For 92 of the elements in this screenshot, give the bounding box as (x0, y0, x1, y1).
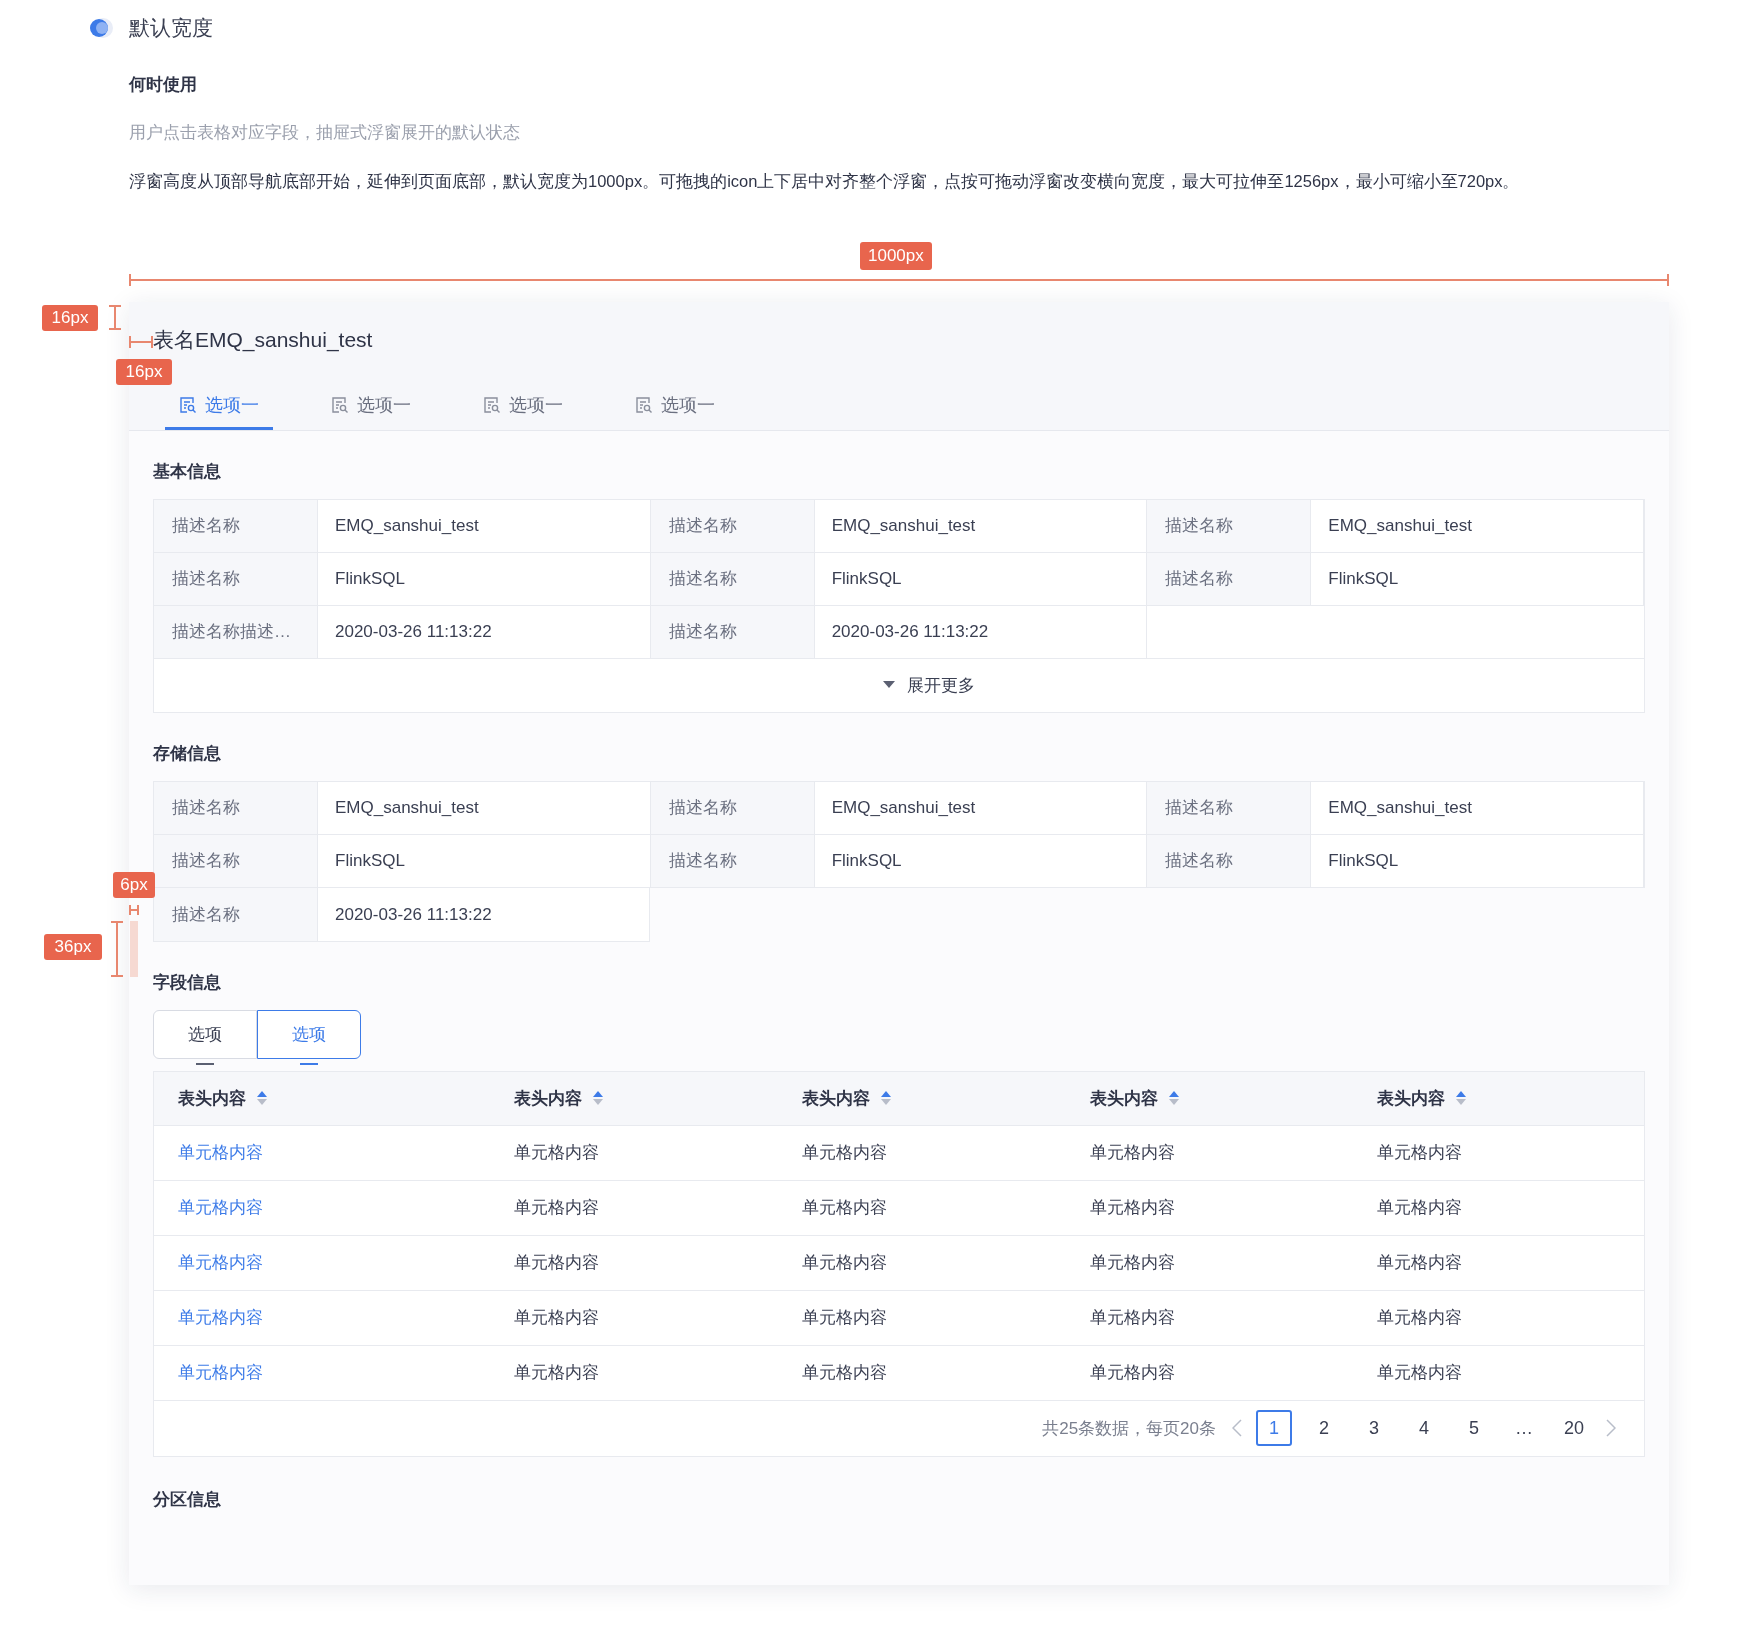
table-cell-text: 单元格内容 (1377, 1252, 1462, 1274)
table-cell-text: 单元格内容 (514, 1252, 599, 1274)
tab[interactable]: 选项一 (469, 383, 577, 430)
table-link[interactable]: 单元格内容 (178, 1140, 263, 1166)
subsection-title: 何时使用 (129, 74, 198, 96)
description-value: 2020-03-26 11:13:22 (318, 887, 650, 941)
table-cell-text: 单元格内容 (1377, 1362, 1462, 1384)
caret-down-icon (883, 681, 895, 690)
measure-label: 16px (42, 305, 98, 331)
table-cell-text: 单元格内容 (802, 1252, 887, 1274)
segment-option[interactable]: 选项 (153, 1009, 257, 1059)
table-cell-text: 单元格内容 (1090, 1252, 1175, 1274)
description-label: 描述名称 (154, 499, 318, 552)
table-cell-text: 单元格内容 (514, 1362, 599, 1384)
page-button[interactable]: 5 (1456, 1410, 1492, 1447)
sort-icon[interactable] (1168, 1090, 1180, 1107)
table-cell-text: 单元格内容 (1377, 1142, 1462, 1164)
description-label: 描述名称 (154, 552, 318, 605)
description-label: 描述名称 (1147, 552, 1312, 605)
description-label: 描述名称 (1147, 499, 1312, 552)
page-button[interactable]: 3 (1356, 1410, 1392, 1447)
description-label: 描述名称 (650, 834, 815, 887)
column-header: 表头内容 (178, 1087, 246, 1110)
measure-label: 1000px (860, 241, 932, 270)
table-link[interactable]: 单元格内容 (178, 1360, 263, 1386)
measure-bracket (129, 905, 139, 915)
table-cell-text: 单元格内容 (514, 1307, 599, 1329)
segment-indicator (300, 1062, 318, 1065)
page-button[interactable]: 20 (1556, 1410, 1592, 1447)
description-label: 描述名称 (1147, 781, 1312, 834)
document-search-icon (179, 396, 197, 415)
measure-label: 16px (116, 359, 172, 385)
sort-icon[interactable] (256, 1090, 268, 1107)
description-text: 用户点击表格对应字段，抽屉式浮窗展开的默认状态 (129, 121, 521, 144)
page-button[interactable]: 1 (1256, 1410, 1292, 1447)
expand-more-button[interactable]: 展开更多 (883, 672, 975, 698)
sort-icon[interactable] (1455, 1090, 1467, 1107)
note-text: 浮窗高度从顶部导航底部开始，延伸到页面底部，默认宽度为1000px。可拖拽的icon上下居中对齐整个浮窗，点按可拖动浮窗改变横向宽度，最大可拉伸至1256px，最小可缩小至720px。 (129, 171, 1521, 192)
tab[interactable]: 选项一 (317, 383, 425, 430)
drag-handle[interactable] (130, 921, 138, 977)
pagination-summary: 共25条数据，每页20条 (1042, 1417, 1216, 1440)
table-cell-text: 单元格内容 (1377, 1197, 1462, 1219)
table-cell-text: 单元格内容 (514, 1197, 599, 1219)
column-header: 表头内容 (1377, 1087, 1445, 1110)
measure-bracket (129, 336, 153, 348)
segment-indicator (196, 1062, 214, 1065)
measure-label: 36px (44, 934, 102, 960)
column-header: 表头内容 (514, 1087, 582, 1110)
description-label: 描述名称 (650, 781, 815, 834)
description-label: 描述名称描述… (154, 605, 318, 658)
document-search-icon (635, 396, 653, 415)
description-label: 描述名称 (650, 499, 815, 552)
page-button[interactable]: … (1506, 1410, 1542, 1447)
sort-icon[interactable] (880, 1090, 892, 1107)
section-title: 默认宽度 (129, 15, 213, 42)
tab[interactable]: 选项一 (621, 383, 729, 430)
table-link[interactable]: 单元格内容 (178, 1305, 263, 1331)
section-heading: 分区信息 (153, 1488, 222, 1511)
sort-icon[interactable] (592, 1090, 604, 1107)
table-cell-text: 单元格内容 (802, 1362, 887, 1384)
table-cell-text: 单元格内容 (514, 1142, 599, 1164)
measure-bracket (109, 305, 121, 330)
measure-bracket (111, 921, 123, 977)
description-label: 描述名称 (154, 887, 318, 941)
document-search-icon (331, 396, 349, 415)
column-header: 表头内容 (802, 1087, 870, 1110)
table-cell-text: 单元格内容 (1090, 1197, 1175, 1219)
table-cell-text: 单元格内容 (802, 1142, 887, 1164)
section-heading: 基本信息 (153, 460, 222, 483)
page-button[interactable]: 4 (1406, 1410, 1442, 1447)
tab[interactable]: 选项一 (165, 383, 273, 430)
table-cell-text: 单元格内容 (802, 1307, 887, 1329)
measure-label: 6px (113, 872, 155, 898)
segment-option[interactable]: 选项 (257, 1009, 361, 1059)
table-cell-text: 单元格内容 (1090, 1307, 1175, 1329)
table-cell-text: 单元格内容 (802, 1197, 887, 1219)
document-search-icon (483, 396, 501, 415)
description-label: 描述名称 (154, 834, 318, 887)
description-label: 描述名称 (650, 605, 815, 658)
drawer-title: 表名EMQ_sanshui_test (153, 327, 374, 354)
table-link[interactable]: 单元格内容 (178, 1195, 263, 1221)
table-link[interactable]: 单元格内容 (178, 1250, 263, 1276)
column-header: 表头内容 (1090, 1087, 1158, 1110)
description-label: 描述名称 (1147, 834, 1312, 887)
description-label: 描述名称 (650, 552, 815, 605)
section-heading: 字段信息 (153, 971, 222, 994)
description-label: 描述名称 (154, 781, 318, 834)
table-cell-text: 单元格内容 (1090, 1362, 1175, 1384)
section-heading: 存储信息 (153, 742, 222, 765)
table-cell-text: 单元格内容 (1090, 1142, 1175, 1164)
page-button[interactable]: 2 (1306, 1410, 1342, 1447)
table-cell-text: 单元格内容 (1377, 1307, 1462, 1329)
